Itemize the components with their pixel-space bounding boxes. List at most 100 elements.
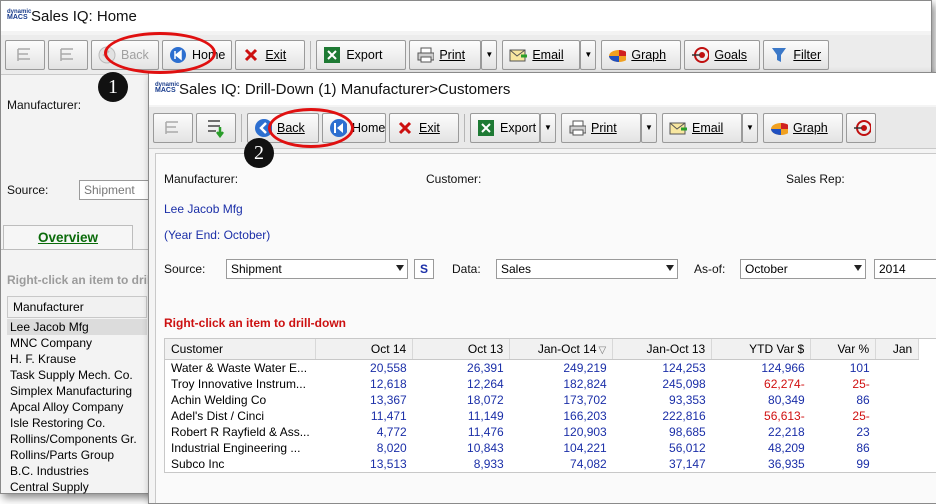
home-source-select[interactable]: Shipment xyxy=(79,180,149,200)
home-export-button[interactable]: Export xyxy=(316,39,407,70)
drill-source-select[interactable]: Shipment xyxy=(226,259,408,279)
drill-s-button[interactable]: S xyxy=(414,259,434,279)
drilldown-content: Manufacturer: Customer: Sales Rep: Lee J… xyxy=(155,153,936,503)
table-cell-ytd13: 93,353 xyxy=(669,393,706,407)
drill-print-button[interactable]: Print xyxy=(561,112,641,143)
drill-asof-year-field[interactable]: 2014 xyxy=(874,259,936,279)
table-cell-customer: Adel's Dist / Cinci xyxy=(171,409,264,423)
home-filter-button[interactable]: Filter xyxy=(763,39,830,70)
col-oct14[interactable]: Oct 14 xyxy=(315,339,414,360)
home-manufacturer-list: Lee Jacob Mfg MNC Company H. F. Krause Task… xyxy=(7,319,147,495)
customer-table-body: Water & Waste Water E... 20,558 26,391 249,… xyxy=(165,360,919,473)
close-icon xyxy=(396,119,414,137)
table-row[interactable]: Robert R Rayfield & Ass... 4,772 11,476 120… xyxy=(165,424,919,440)
col-customer[interactable]: Customer xyxy=(165,339,317,360)
col-var-pct[interactable]: Var % xyxy=(810,339,877,360)
table-cell-var: 22,218 xyxy=(768,425,805,439)
list-item[interactable]: Lee Jacob Mfg xyxy=(7,319,147,335)
table-cell-customer: Industrial Engineering ... xyxy=(171,441,301,455)
pie-chart-icon xyxy=(608,46,627,64)
table-cell-jan xyxy=(876,424,919,440)
drill-nav-list-button[interactable] xyxy=(153,112,193,143)
callout-badge-one: 1 xyxy=(98,72,128,102)
table-cell-var: 36,935 xyxy=(768,457,805,471)
chevron-down-icon xyxy=(396,265,404,271)
drill-email-dropdown[interactable]: ▼ xyxy=(742,112,758,143)
home-window-title: Sales IQ: Home xyxy=(31,7,137,25)
list-item[interactable]: B.C. Industries xyxy=(7,463,147,479)
email-icon xyxy=(669,119,687,137)
col-jan-oct14[interactable]: Jan-Oct 14 ▽ xyxy=(509,339,614,360)
list-item[interactable]: MNC Company xyxy=(7,335,147,351)
col-jan[interactable]: Jan xyxy=(875,339,920,360)
table-cell-oct13: 8,933 xyxy=(473,457,504,471)
close-icon xyxy=(242,46,260,64)
table-cell-oct14: 20,558 xyxy=(370,361,407,375)
table-row[interactable]: Subco Inc 13,513 8,933 74,082 37,147 36,935 99 xyxy=(165,456,919,472)
drill-hint-text: Right-click an item to drill-down xyxy=(164,316,347,330)
table-cell-oct14: 11,471 xyxy=(370,409,407,423)
drill-export-dropdown[interactable]: ▼ xyxy=(540,112,556,143)
list-item[interactable]: Rollins/Parts Group xyxy=(7,447,147,463)
drill-asof-month-select[interactable]: October xyxy=(740,259,866,279)
list-icon xyxy=(165,120,178,134)
table-cell-ytd13: 98,685 xyxy=(669,425,706,439)
home-exit-button[interactable]: Exit xyxy=(235,39,306,70)
list-item[interactable]: Task Supply Mech. Co. xyxy=(7,367,147,383)
home-print-dropdown[interactable]: ▼ xyxy=(481,39,498,70)
drill-print-dropdown[interactable]: ▼ xyxy=(641,112,657,143)
excel-icon xyxy=(323,46,341,64)
app-logo-icon: dynamic MACS xyxy=(7,9,32,21)
home-graph-button[interactable]: Graph xyxy=(601,39,682,70)
tab-overview[interactable]: Overview xyxy=(3,225,133,250)
home-nav-list-button[interactable] xyxy=(5,39,45,70)
list-item[interactable]: Central Supply xyxy=(7,479,147,495)
table-cell-var: 62,274- xyxy=(764,377,805,391)
chevron-down-icon xyxy=(854,265,862,271)
table-cell-pct: 25- xyxy=(852,409,870,423)
drill-data-select[interactable]: Sales xyxy=(496,259,678,279)
table-cell-customer: Subco Inc xyxy=(171,457,225,471)
table-row[interactable]: Achin Welding Co 13,367 18,072 173,702 93,35… xyxy=(165,392,919,408)
table-cell-jan xyxy=(876,360,919,377)
col-jan-oct13[interactable]: Jan-Oct 13 xyxy=(612,339,713,360)
home-nav-list2-button[interactable] xyxy=(48,39,88,70)
printer-icon xyxy=(416,46,435,64)
table-row[interactable]: Industrial Engineering ... 8,020 10,843 104… xyxy=(165,440,919,456)
col-ytd-var[interactable]: YTD Var $ xyxy=(711,339,812,360)
drill-asof-label: As-of: xyxy=(694,262,726,276)
list-item[interactable]: Isle Restoring Co. xyxy=(7,415,147,431)
drill-export-button[interactable]: Export xyxy=(470,112,540,143)
table-cell-oct14: 12,618 xyxy=(370,377,407,391)
home-email-dropdown[interactable]: ▼ xyxy=(580,39,597,70)
list-item[interactable]: Rollins/Components Gr. xyxy=(7,431,147,447)
home-email-button[interactable]: Email xyxy=(502,39,581,70)
table-cell-oct14: 4,772 xyxy=(376,425,407,439)
list-item[interactable]: H. F. Krause xyxy=(7,351,147,367)
drill-graph-button[interactable]: Graph xyxy=(763,112,843,143)
drill-exit-button[interactable]: Exit xyxy=(389,112,459,143)
list-icon xyxy=(17,47,30,61)
table-cell-jan xyxy=(876,408,919,424)
table-cell-pct: 86 xyxy=(856,441,870,455)
drill-list-export-button[interactable] xyxy=(196,112,236,143)
table-row[interactable]: Adel's Dist / Cinci 11,471 11,149 166,203 22… xyxy=(165,408,919,424)
tab-divider xyxy=(1,249,151,250)
drilldown-window: dynamic MACS Sales IQ: Drill-Down (1) Man… xyxy=(148,72,936,504)
list-item[interactable]: Simplex Manufacturing xyxy=(7,383,147,399)
table-cell-oct13: 11,149 xyxy=(467,409,504,423)
table-cell-ytd13: 37,147 xyxy=(669,457,706,471)
col-oct13[interactable]: Oct 13 xyxy=(412,339,511,360)
table-cell-ytd14: 166,203 xyxy=(563,409,607,423)
table-row[interactable]: Troy Innovative Instrum... 12,618 12,264 18… xyxy=(165,376,919,392)
table-cell-pct: 99 xyxy=(856,457,870,471)
table-cell-ytd14: 120,903 xyxy=(563,425,607,439)
target-icon xyxy=(691,46,710,64)
drill-email-button[interactable]: Email xyxy=(662,112,742,143)
table-cell-ytd14: 104,221 xyxy=(563,441,607,455)
table-row[interactable]: Water & Waste Water E... 20,558 26,391 249,… xyxy=(165,360,919,377)
home-print-button[interactable]: Print xyxy=(409,39,482,70)
list-item[interactable]: Apcal Alloy Company xyxy=(7,399,147,415)
drill-goals-button[interactable] xyxy=(846,112,876,143)
home-goals-button[interactable]: Goals xyxy=(684,39,761,70)
